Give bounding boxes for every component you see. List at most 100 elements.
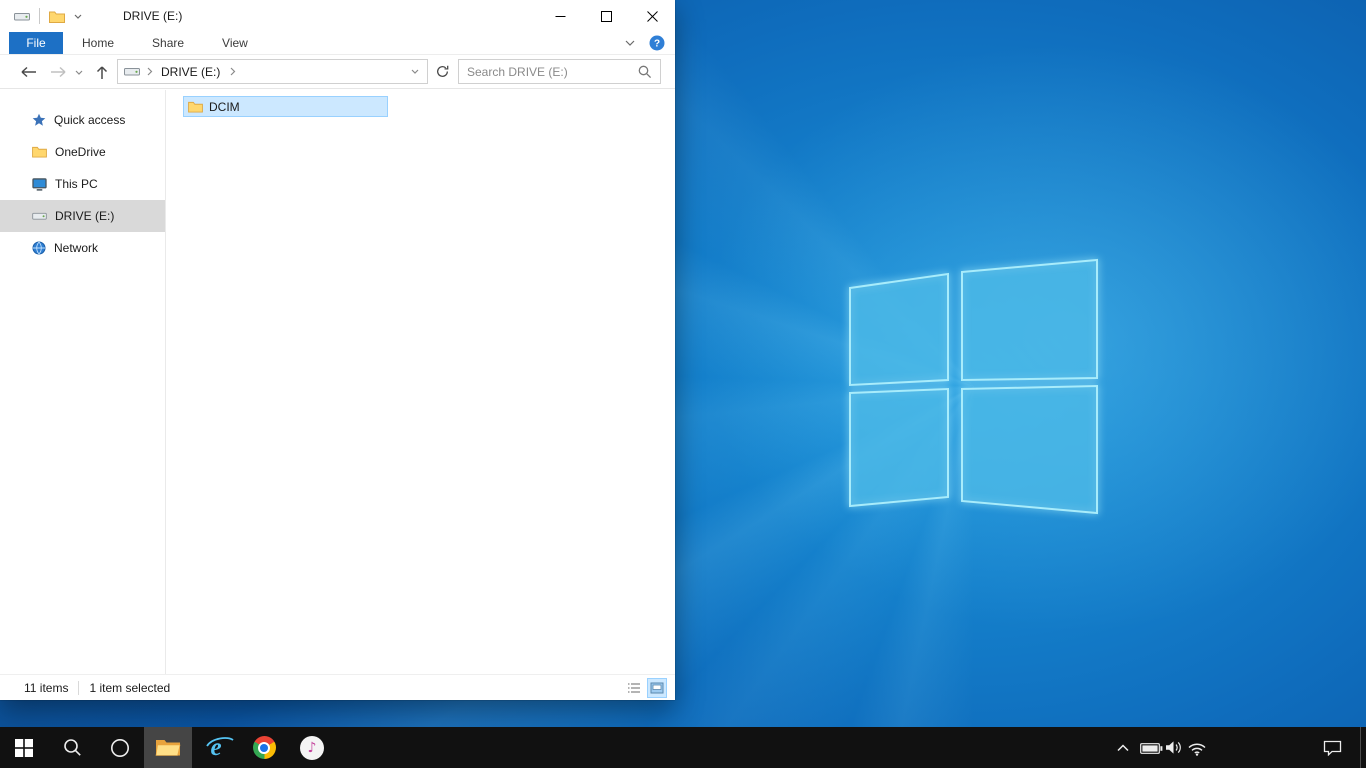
address-bar[interactable]: DRIVE (E:) [117, 59, 428, 84]
back-arrow-icon [20, 66, 36, 78]
breadcrumb-chevron-icon[interactable] [230, 67, 236, 76]
file-item-label: DCIM [209, 99, 240, 114]
breadcrumb-chevron-icon[interactable] [147, 67, 153, 76]
sidebar-item-label: DRIVE (E:) [55, 209, 115, 223]
sidebar-item-label: This PC [55, 177, 98, 191]
search-icon [63, 739, 81, 756]
start-button[interactable] [0, 727, 48, 768]
search-icon[interactable] [638, 65, 652, 79]
chrome-icon [252, 736, 276, 759]
sidebar-item-drive-e[interactable]: DRIVE (E:) [0, 200, 165, 232]
status-bar: 11 items 1 item selected [0, 674, 675, 700]
chevron-down-icon [411, 69, 419, 74]
folder-icon [188, 101, 203, 113]
minimize-button[interactable] [537, 0, 583, 32]
breadcrumb-drive-icon [124, 68, 140, 76]
svg-text:?: ? [654, 39, 660, 50]
taskbar-chrome-button[interactable] [240, 727, 288, 768]
close-button[interactable] [629, 0, 675, 32]
file-item-dcim[interactable]: DCIM [183, 96, 388, 117]
recent-locations-button[interactable] [72, 55, 86, 89]
large-icons-view-button[interactable] [647, 677, 667, 698]
refresh-button[interactable] [431, 59, 453, 84]
sidebar-item-network[interactable]: Network [0, 232, 165, 264]
details-view-icon [628, 683, 640, 692]
address-history-button[interactable] [411, 69, 419, 74]
navigation-toolbar: DRIVE (E:) [0, 55, 675, 89]
qat-customize-chevron-icon[interactable] [74, 14, 82, 19]
windows-start-icon [15, 738, 33, 757]
star-icon [32, 113, 46, 126]
show-hidden-icons-button[interactable] [1110, 727, 1136, 768]
action-center-button[interactable] [1312, 727, 1352, 768]
back-button[interactable] [16, 55, 40, 89]
sidebar-item-quick-access[interactable]: Quick access [0, 104, 165, 136]
internet-explorer-icon: e [206, 735, 234, 760]
search-input[interactable] [459, 64, 638, 79]
drive-icon [32, 212, 47, 220]
file-explorer-window: DRIVE (E:) File Home Share View ? DRIVE … [0, 0, 675, 700]
details-view-button[interactable] [624, 678, 644, 698]
folder-icon [32, 146, 47, 158]
sidebar-item-label: OneDrive [55, 145, 106, 159]
taskbar-internet-explorer-button[interactable]: e [192, 727, 240, 768]
titlebar[interactable]: DRIVE (E:) [0, 0, 675, 32]
battery-icon [1139, 742, 1162, 754]
window-title: DRIVE (E:) [123, 9, 183, 23]
taskbar-itunes-button[interactable]: ♪ [288, 727, 336, 768]
qat-separator [39, 8, 40, 24]
cortana-button[interactable] [96, 727, 144, 768]
help-icon[interactable]: ? [649, 35, 665, 51]
ribbon-right-controls: ? [625, 32, 665, 54]
speaker-icon [1166, 741, 1181, 754]
tab-file[interactable]: File [9, 32, 63, 54]
network-icon [32, 241, 46, 255]
file-explorer-icon [155, 740, 181, 756]
taskbar: e ♪ [0, 727, 1366, 768]
up-arrow-icon [96, 65, 108, 79]
sidebar-item-this-pc[interactable]: This PC [0, 168, 165, 200]
caption-buttons [537, 0, 675, 32]
ribbon-tab-strip: File Home Share View ? [0, 32, 675, 55]
taskbar-search-button[interactable] [48, 727, 96, 768]
refresh-icon [436, 65, 448, 77]
breadcrumb-root[interactable]: DRIVE (E:) [161, 65, 220, 79]
cortana-icon [111, 738, 129, 757]
forward-arrow-icon [50, 66, 66, 78]
status-item-count: 11 items [24, 680, 69, 695]
forward-button[interactable] [46, 55, 70, 89]
expand-ribbon-chevron-icon[interactable] [625, 40, 635, 46]
taskbar-buttons: e ♪ [0, 727, 336, 768]
sidebar-item-label: Quick access [54, 113, 126, 127]
status-separator [78, 680, 80, 695]
search-box [458, 59, 661, 84]
view-switcher [624, 677, 667, 698]
up-button[interactable] [90, 55, 114, 89]
navigation-pane: Quick access OneDrive This PC DRIVE (E:)… [0, 90, 166, 674]
large-icons-view-icon [650, 682, 664, 693]
quick-access-toolbar [14, 0, 82, 32]
maximize-button[interactable] [583, 0, 629, 32]
sidebar-item-label: Network [54, 241, 99, 255]
action-center-icon [1323, 740, 1341, 756]
network-status-button[interactable] [1184, 727, 1210, 768]
monitor-icon [32, 177, 47, 191]
tab-view[interactable]: View [203, 32, 267, 54]
chevron-down-icon [75, 70, 83, 75]
tab-share[interactable]: Share [133, 32, 203, 54]
status-selection: 1 item selected [89, 680, 171, 695]
taskbar-file-explorer-button[interactable] [144, 727, 192, 768]
window-drive-icon [14, 12, 30, 20]
wifi-icon [1188, 743, 1206, 756]
file-list-pane[interactable]: DCIM [166, 90, 675, 674]
minimize-icon [555, 15, 565, 17]
sidebar-item-onedrive[interactable]: OneDrive [0, 136, 165, 168]
qat-folder-icon[interactable] [49, 10, 65, 23]
maximize-icon [600, 10, 612, 22]
show-desktop-button[interactable] [1360, 727, 1366, 768]
chevron-up-icon [1117, 744, 1129, 752]
explorer-main: Quick access OneDrive This PC DRIVE (E:)… [0, 90, 675, 674]
tab-home[interactable]: Home [63, 32, 133, 54]
close-icon [646, 10, 658, 22]
ie-orbit [206, 737, 234, 747]
